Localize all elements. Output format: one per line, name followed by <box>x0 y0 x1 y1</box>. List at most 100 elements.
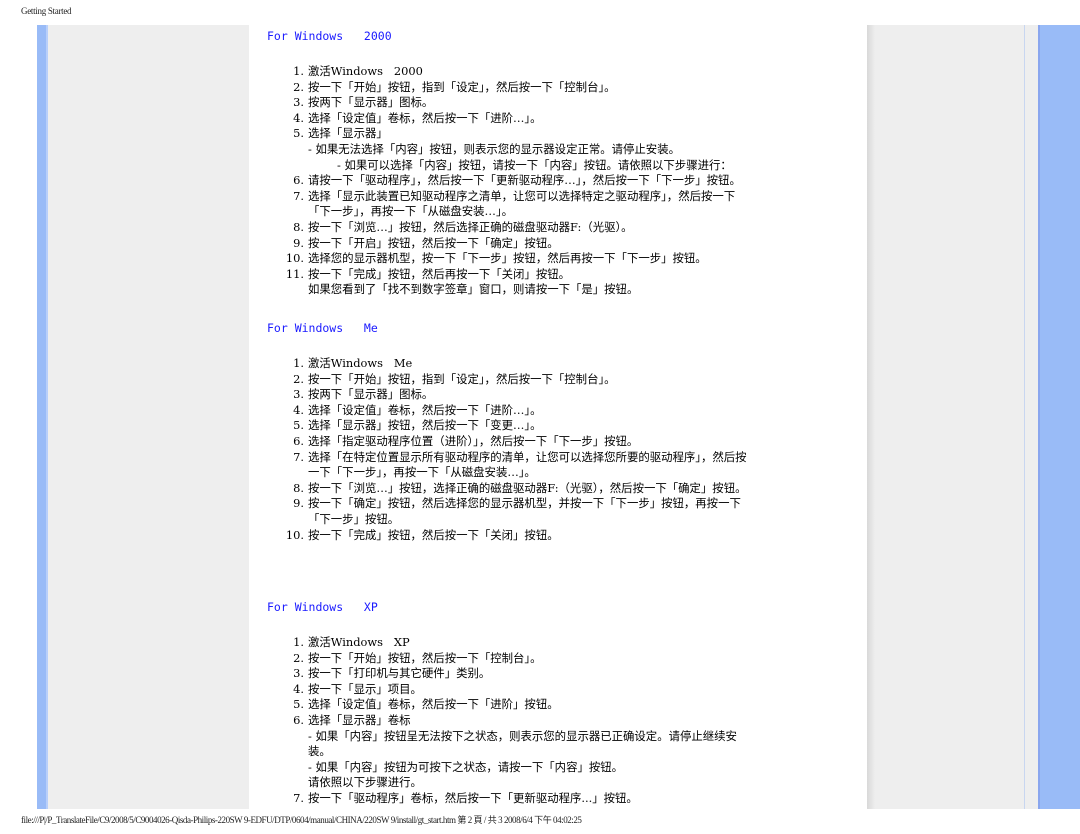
step-number: 5. <box>293 126 304 141</box>
step-list: 1. 激活Windows Me 2. 按一下「开始」按钮，指到「设定」，然后按一下「… <box>267 356 847 543</box>
step-item: 1. 激活Windows 2000 <box>267 64 847 80</box>
step-list: 1. 激活Windows 2000 2. 按一下「开始」按钮，指到「设定」，然后按一… <box>267 64 847 142</box>
step-number: 9. <box>293 235 304 250</box>
step-item: 6. 选择「显示器」卷标 <box>267 713 847 729</box>
section-windows-xp: For Windows XP 1. 激活Windows XP 2. 按一下「开始」按… <box>267 596 847 807</box>
step-number: 1. <box>293 64 304 78</box>
step-item: 6. 请按一下「驱动程序」，然后按一下「更新驱动程序…」，然后按一下「下一步」按钮… <box>267 173 847 189</box>
step-item: 8. 按一下「浏览…」按钮，选择正确的磁盘驱动器F:（光驱），然后按一下「确定」按… <box>267 481 847 497</box>
step-text: 按一下「开始」按钮，然后按一下「控制台」。 <box>308 650 542 665</box>
section-title: For Windows Me <box>267 321 378 335</box>
step-note: 请依照以下步骤进行。 <box>308 775 422 790</box>
step-text: 按两下「显示器」图标。 <box>308 387 434 402</box>
step-text: 按一下「打印机与其它硬件」类别。 <box>308 666 491 681</box>
step-number: 6. <box>293 173 304 188</box>
final-note: 如果您看到了「找不到数字签章」窗口，则请按一下「是」按钮。 <box>308 282 639 297</box>
step-text: 按一下「驱动程序」卷标，然后按一下「更新驱动程序...」按钮。 <box>308 790 638 805</box>
step-item: 6. 选择「指定驱动程序位置（进阶）」，然后按一下「下一步」按钮。 <box>267 434 847 450</box>
step-text: 激活Windows XP <box>308 635 410 649</box>
step-number: 7. <box>293 449 304 464</box>
right-accent-bar <box>1038 25 1080 809</box>
step-number: 1. <box>293 356 304 370</box>
step-text: 按一下「开启」按钮，然后按一下「确定」按钮。 <box>308 235 559 250</box>
step-item: 8. 按一下「浏览…」按钮，然后选择正确的磁盘驱动器F:（光驱）。 <box>267 220 847 236</box>
step-text: 按一下「完成」按钮，然后按一下「关闭」按钮。 <box>308 527 559 542</box>
step-text: 选择「显示器」 <box>308 126 388 141</box>
step-list-continued: 6. 请按一下「驱动程序」，然后按一下「更新驱动程序…」，然后按一下「下一步」按钮… <box>267 173 847 282</box>
section-windows-me: For Windows Me 1. 激活Windows Me 2. 按一下「开始」按… <box>267 317 847 543</box>
step-item: 3. 按两下「显示器」图标。 <box>267 95 847 111</box>
step-item: 4. 选择「设定值」卷标，然后按一下「进阶…」。 <box>267 403 847 419</box>
step-item: 10. 选择您的显示器机型，按一下「下一步」按钮，然后再按一下「下一步」按钮。 <box>267 251 847 267</box>
step-item: 5. 选择「显示器」 <box>267 126 847 142</box>
step-number: 2. <box>293 650 304 665</box>
step-text: 激活Windows 2000 <box>308 64 423 78</box>
step-number: 8. <box>293 480 304 495</box>
step-number: 11. <box>285 266 304 281</box>
step-number: 8. <box>293 219 304 234</box>
step-number: 10. <box>285 251 304 266</box>
left-accent-bar <box>37 25 48 809</box>
step-note: - 如果无法选择「内容」按钮，则表示您的显示器设定正常。请停止安装。 <box>308 141 680 156</box>
step-note: - 如果可以选择「内容」按钮，请按一下「内容」按钮。请依照以下步骤进行： <box>337 157 732 172</box>
step-item: 4. 选择「设定值」卷标，然后按一下「进阶…」。 <box>267 111 847 127</box>
step-item: 9. 按一下「开启」按钮，然后按一下「确定」按钮。 <box>267 236 847 252</box>
step-item: 5. 选择「设定值」卷标，然后按一下「进阶」按钮。 <box>267 697 847 713</box>
step-item: 7. 按一下「驱动程序」卷标，然后按一下「更新驱动程序...」按钮。 <box>267 791 847 807</box>
step-item: 9. 按一下「确定」按钮，然后选择您的显示器机型，并按一下「下一步」按钮，再按一下… <box>267 496 847 527</box>
step-item: 2. 按一下「开始」按钮，指到「设定」，然后按一下「控制台」。 <box>267 372 847 388</box>
step-item: 1. 激活Windows Me <box>267 356 847 372</box>
step-item: 1. 激活Windows XP <box>267 635 847 651</box>
step-number: 7. <box>293 188 304 203</box>
step-text: 按两下「显示器」图标。 <box>308 95 434 110</box>
step-item: 7. 选择「显示此装置已知驱动程序之清单，让您可以选择特定之驱动程序」，然后按一下… <box>267 189 847 220</box>
step-text: 按一下「显示」项目。 <box>308 681 422 696</box>
step-number: 3. <box>293 666 304 681</box>
right-side-panel <box>867 25 1024 809</box>
step-text: 选择「在特定位置显示所有驱动程序的清单，让您可以选择您所要的驱动程序」，然后按 … <box>308 449 747 480</box>
step-text: 选择「显示器」卷标 <box>308 712 411 727</box>
section-title: For Windows 2000 <box>267 29 392 43</box>
page-header: Getting Started <box>21 6 72 16</box>
step-number: 6. <box>293 433 304 448</box>
step-number: 3. <box>293 95 304 110</box>
step-note: - 如果「内容」按钮为可按下之状态，请按一下「内容」按钮。 <box>308 759 624 774</box>
step-text: 选择「显示此装置已知驱动程序之清单，让您可以选择特定之驱动程序」，然后按一下 「… <box>308 188 736 219</box>
step-number: 2. <box>293 371 304 386</box>
step-number: 5. <box>293 697 304 712</box>
step-text: 激活Windows Me <box>308 356 413 370</box>
step-number: 5. <box>293 418 304 433</box>
step-text: 按一下「开始」按钮，指到「设定」，然后按一下「控制台」。 <box>308 371 616 386</box>
step-text: 选择您的显示器机型，按一下「下一步」按钮，然后再按一下「下一步」按钮。 <box>308 251 707 266</box>
step-item: 3. 按一下「打印机与其它硬件」类别。 <box>267 666 847 682</box>
step-number: 1. <box>293 635 304 649</box>
left-side-panel <box>48 25 249 809</box>
step-number: 4. <box>293 681 304 696</box>
step-item: 2. 按一下「开始」按钮，指到「设定」，然后按一下「控制台」。 <box>267 80 847 96</box>
step-note: - 如果「内容」按钮呈无法按下之状态，则表示您的显示器已正确设定。请停止继续安 … <box>308 728 737 759</box>
step-text: 按一下「开始」按钮，指到「设定」，然后按一下「控制台」。 <box>308 79 616 94</box>
right-gap-panel <box>1025 25 1038 809</box>
step-text: 选择「设定值」卷标，然后按一下「进阶…」。 <box>308 110 542 125</box>
step-item: 5. 选择「显示器」按钮，然后按一下「变更…」。 <box>267 418 847 434</box>
step-number: 4. <box>293 110 304 125</box>
step-item: 2. 按一下「开始」按钮，然后按一下「控制台」。 <box>267 651 847 667</box>
step-text: 选择「设定值」卷标，然后按一下「进阶」按钮。 <box>308 697 559 712</box>
step-number: 6. <box>293 712 304 727</box>
step-text: 选择「设定值」卷标，然后按一下「进阶…」。 <box>308 402 542 417</box>
step-item: 3. 按两下「显示器」图标。 <box>267 387 847 403</box>
step-text: 按一下「浏览…」按钮，选择正确的磁盘驱动器F:（光驱），然后按一下「确定」按钮。 <box>308 480 747 495</box>
step-text: 请按一下「驱动程序」，然后按一下「更新驱动程序…」，然后按一下「下一步」按钮。 <box>308 173 741 188</box>
section-windows-2000: For Windows 2000 1. 激活Windows 2000 2. 按一下「… <box>267 29 847 298</box>
step-number: 7. <box>293 790 304 805</box>
step-number: 10. <box>285 527 304 542</box>
main-content: For Windows 2000 1. 激活Windows 2000 2. 按一下「… <box>267 25 847 805</box>
step-list-continued: 7. 按一下「驱动程序」卷标，然后按一下「更新驱动程序...」按钮。 <box>267 791 847 807</box>
step-number: 2. <box>293 79 304 94</box>
step-number: 4. <box>293 402 304 417</box>
step-text: 按一下「确定」按钮，然后选择您的显示器机型，并按一下「下一步」按钮，再按一下 「… <box>308 496 741 526</box>
step-item: 4. 按一下「显示」项目。 <box>267 682 847 698</box>
section-title: For Windows XP <box>267 600 378 614</box>
step-text: 选择「指定驱动程序位置（进阶）」，然后按一下「下一步」按钮。 <box>308 433 639 448</box>
step-list: 1. 激活Windows XP 2. 按一下「开始」按钮，然后按一下「控制台」。 3… <box>267 635 847 729</box>
